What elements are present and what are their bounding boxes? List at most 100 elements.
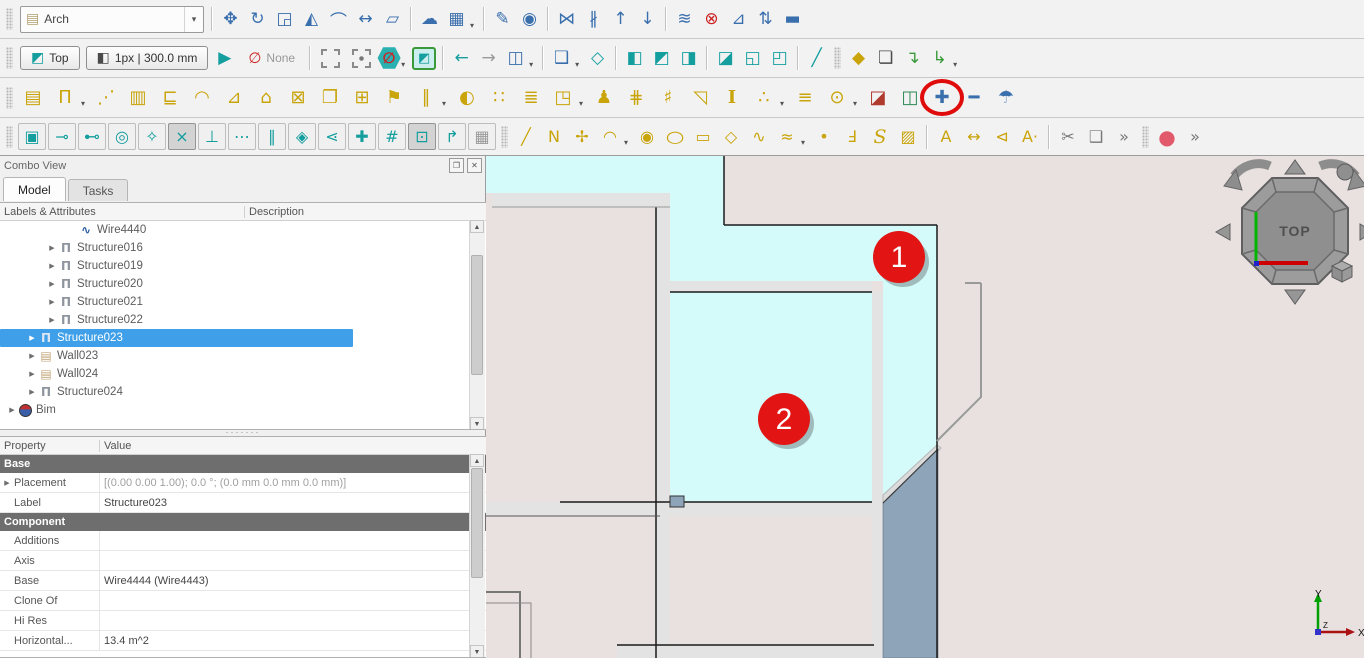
expander-icon[interactable]: ▶ — [6, 406, 18, 414]
draw-style-icon[interactable]: ❑ — [548, 45, 575, 71]
arch-marker-icon[interactable]: ⚑ — [378, 85, 410, 111]
toolbar-handle[interactable] — [834, 47, 841, 69]
draft-wire-icon[interactable]: N — [540, 124, 568, 150]
arch-reference-icon[interactable]: ❐ — [314, 85, 346, 111]
clip-plane-toggle-icon[interactable]: ∅ — [377, 47, 401, 70]
draft-upgrade-icon[interactable]: ↑ — [607, 6, 634, 32]
arch-survey-icon[interactable]: ☂ — [990, 85, 1022, 111]
view-back-icon[interactable]: ← — [448, 45, 475, 71]
dropdown-arrow-icon[interactable]: ▾ — [579, 84, 588, 111]
draft-offset-icon[interactable]: ⌒ — [325, 6, 352, 32]
draft-stretch-icon[interactable]: ▱ — [379, 6, 406, 32]
dropdown-arrow-icon[interactable]: ▾ — [624, 123, 633, 150]
dropdown-arrow-icon[interactable]: ▾ — [575, 45, 584, 72]
expander-icon[interactable]: ▶ — [46, 280, 58, 288]
draft-mirror-icon[interactable]: ◭ — [298, 6, 325, 32]
snap-angle-icon[interactable]: ✧ — [138, 123, 166, 150]
scrollbar-thumb[interactable] — [471, 468, 483, 578]
tree-item-wall023[interactable]: ▶▤Wall023 — [0, 347, 486, 365]
arch-stairs-icon[interactable]: ≣ — [515, 85, 547, 111]
arch-building-icon[interactable]: ⌂ — [250, 85, 282, 111]
property-value-cell[interactable]: Wire4444 (Wire4443) — [100, 575, 486, 587]
expander-icon[interactable]: ▶ — [46, 262, 58, 270]
tree-item-structure022[interactable]: ▶ΠStructure022 — [0, 311, 486, 329]
grid-scale-button[interactable]: ◧1px | 300.0 mm — [86, 46, 209, 70]
draft-arc-icon[interactable]: ◠ — [596, 124, 624, 150]
close-panel-button[interactable]: ✕ — [467, 158, 482, 173]
nav-cube-menu-button[interactable] — [1337, 164, 1353, 180]
arch-column-icon[interactable]: ⋕ — [620, 85, 652, 111]
tree-item-structure023[interactable]: ▶ΠStructure023 — [0, 329, 353, 347]
dropdown-arrow-icon[interactable]: ▾ — [801, 123, 810, 150]
arch-schedule-icon[interactable]: ≡ — [789, 85, 821, 111]
property-value-cell[interactable]: 13.4 m^2 — [100, 635, 486, 647]
draft-bezier-icon[interactable]: ≈ — [773, 124, 801, 150]
tree-item-structure016[interactable]: ▶ΠStructure016 — [0, 239, 486, 257]
draft-text-icon[interactable]: A — [932, 124, 960, 150]
nav-cube-mini-cube[interactable] — [1332, 261, 1352, 282]
scrollbar-thumb[interactable] — [471, 255, 483, 375]
edit-cut-icon[interactable]: ✂ — [1054, 124, 1082, 150]
arch-roof-icon[interactable]: ⊿ — [218, 85, 250, 111]
draft-label-icon[interactable]: ⊲ — [988, 124, 1016, 150]
draft-facebinder-icon[interactable]: Ⅎ — [838, 124, 866, 150]
draft-hatch-icon[interactable]: ▨ — [894, 124, 922, 150]
draft-shapestring-icon[interactable]: S — [866, 124, 894, 150]
arch-profile-icon[interactable]: I — [716, 85, 748, 111]
expander-icon[interactable]: ▶ — [26, 388, 38, 396]
door-marker[interactable] — [670, 496, 684, 507]
tree-item-wall024[interactable]: ▶▤Wall024 — [0, 365, 486, 383]
snap-center-icon[interactable]: ◎ — [108, 123, 136, 150]
view-axonometric-icon[interactable]: ◇ — [584, 45, 611, 71]
dropdown-arrow-icon[interactable]: ▾ — [442, 84, 451, 111]
3d-viewport-canvas[interactable]: TOP 1 2 — [486, 156, 1364, 658]
arch-cut-with-line-icon[interactable]: ◫ — [894, 85, 926, 111]
tree-item-structure019[interactable]: ▶ΠStructure019 — [0, 257, 486, 275]
view-fit-all-icon[interactable]: ◫ — [502, 45, 529, 71]
tree-item-structure020[interactable]: ▶ΠStructure020 — [0, 275, 486, 293]
toolbar-handle[interactable] — [1142, 126, 1149, 148]
property-scrollbar[interactable]: ▲ ▼ — [469, 454, 485, 658]
snap-working-plane-icon[interactable]: ⊡ — [408, 123, 436, 150]
snap-perpendicular-icon[interactable]: ⊥ — [198, 123, 226, 150]
tree-item-structure024[interactable]: ▶ΠStructure024 — [0, 383, 486, 401]
box-selection-icon[interactable] — [352, 49, 371, 68]
toolbar-overflow-2-icon[interactable]: » — [1181, 124, 1209, 150]
arch-curtain-wall-icon[interactable]: ▥ — [122, 85, 154, 111]
draft-array-icon[interactable]: ▦ — [443, 6, 470, 32]
snap-endpoint-icon[interactable]: ⊸ — [48, 123, 76, 150]
arch-truss-icon[interactable]: ◹ — [684, 85, 716, 111]
view-front-icon[interactable]: ◧ — [621, 45, 648, 71]
draft-shape2dview-icon[interactable]: ≋ — [671, 6, 698, 32]
draft-flip-dimension-icon[interactable]: ⇅ — [752, 6, 779, 32]
import-file-icon[interactable]: ↴ — [899, 45, 926, 71]
dropdown-arrow-icon[interactable]: ▾ — [81, 84, 90, 111]
autogroup-button[interactable]: ∅None — [240, 47, 303, 69]
tree-scrollbar[interactable]: ▲ ▼ — [469, 220, 485, 430]
dropdown-arrow-icon[interactable]: ▾ — [401, 45, 410, 72]
camera-orientation-button[interactable]: ◩Top — [20, 46, 80, 70]
new-document-icon[interactable]: ◆ — [845, 45, 872, 71]
draft-fillet-icon[interactable]: ✢ — [568, 124, 596, 150]
expander-icon[interactable]: ▶ — [46, 244, 58, 252]
toolbar-handle[interactable] — [501, 126, 508, 148]
draft-polygon-icon[interactable]: ◇ — [717, 124, 745, 150]
draft-join-icon[interactable]: ⋈ — [553, 6, 580, 32]
snap-dimensions-icon[interactable]: ↱ — [438, 123, 466, 150]
scroll-up-arrow[interactable]: ▲ — [470, 454, 484, 467]
scroll-up-arrow[interactable]: ▲ — [470, 220, 484, 233]
arch-rebar-icon[interactable]: ⋰ — [90, 85, 122, 111]
arch-material-icon[interactable]: ∴ — [748, 85, 780, 111]
tree-item-bim[interactable]: ▶Bim — [0, 401, 486, 419]
tree-item-structure021[interactable]: ▶ΠStructure021 — [0, 293, 486, 311]
box-element-selection-icon[interactable] — [321, 49, 340, 68]
construction-mode-icon[interactable]: ▶ — [211, 45, 238, 71]
snap-near-icon[interactable]: ⋖ — [318, 123, 346, 150]
snap-intersection-icon[interactable]: × — [168, 123, 196, 150]
arch-axis-icon[interactable]: ∥ — [410, 85, 442, 111]
arch-project-icon[interactable]: ◠ — [186, 85, 218, 111]
draft-trimex-icon[interactable]: ↔ — [352, 6, 379, 32]
workbench-selector[interactable]: ▤Arch▾ — [20, 6, 204, 33]
arch-window-icon[interactable]: ⊞ — [346, 85, 378, 111]
dropdown-arrow-icon[interactable]: ▾ — [470, 6, 479, 33]
